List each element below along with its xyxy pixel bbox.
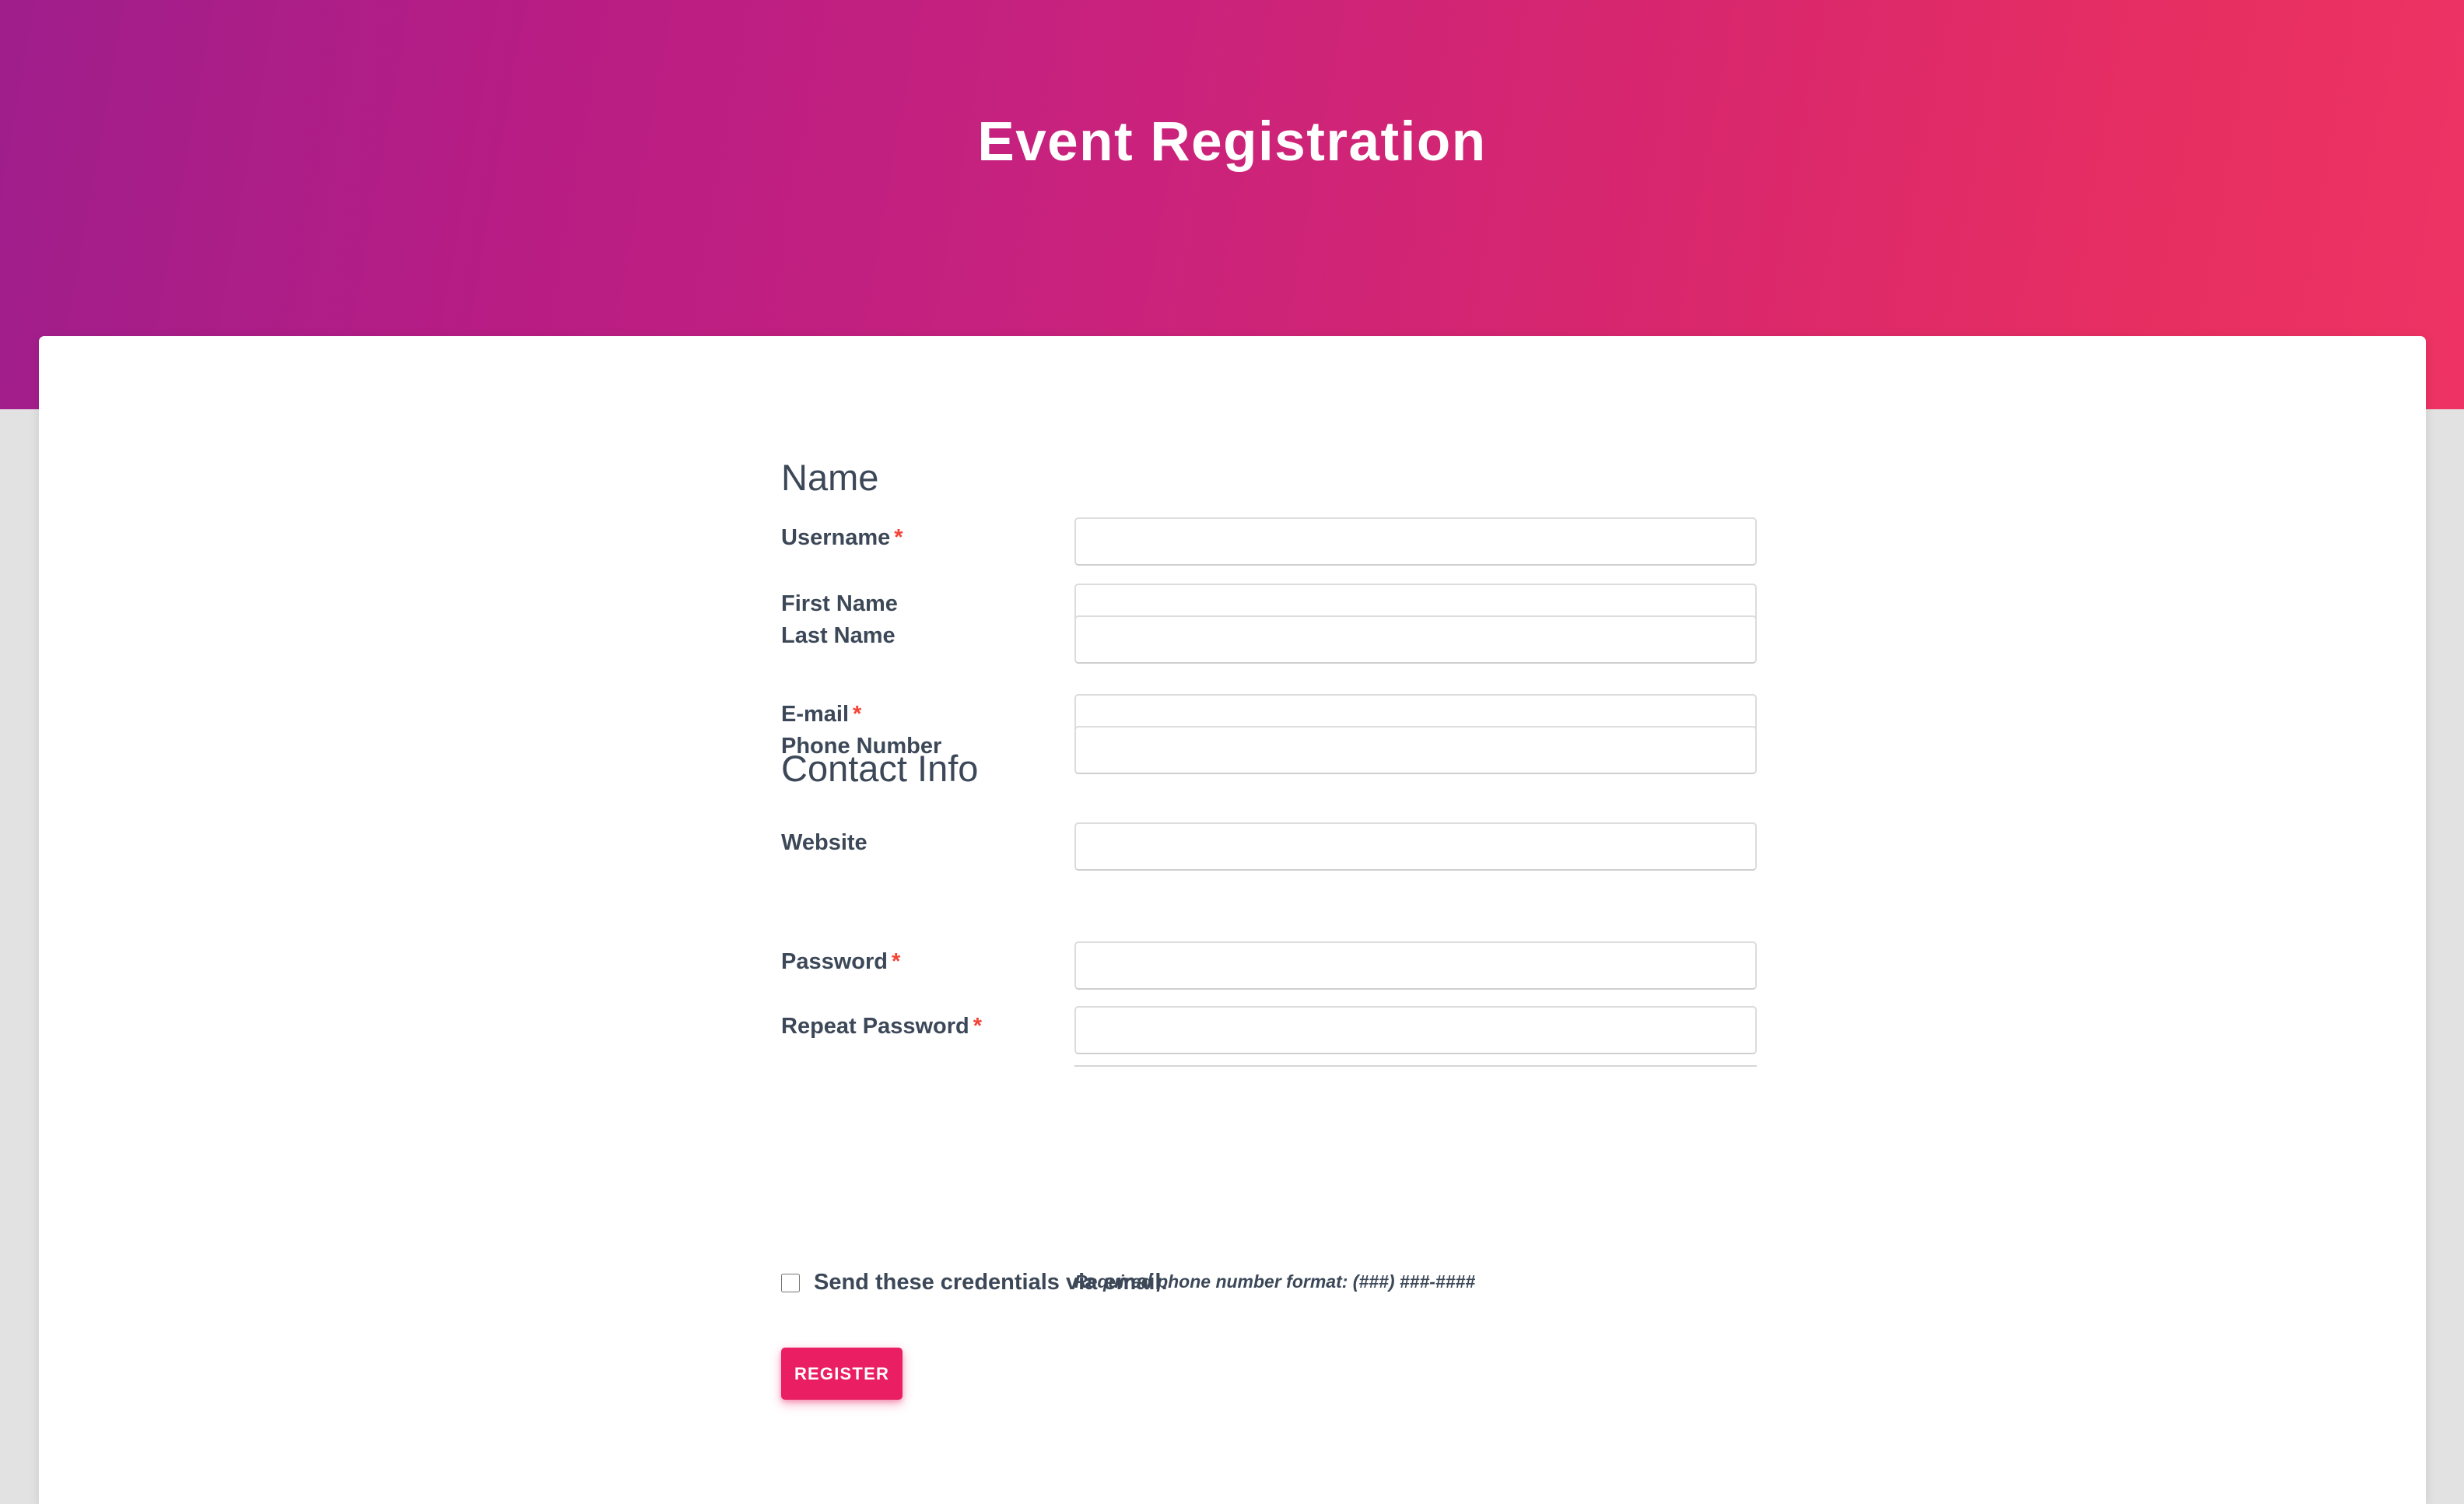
label-first-name-text: First Name — [781, 591, 898, 616]
label-username-text: Username — [781, 525, 891, 550]
form-row-website: Website — [745, 822, 1764, 871]
form-row-repeat-password: Repeat Password * — [745, 1006, 1764, 1054]
required-asterisk-password: * — [892, 949, 901, 974]
checkbox-send-credentials-label: Send these credentials via email. — [814, 1270, 1168, 1295]
label-last-name-text: Last Name — [781, 623, 896, 648]
input-website[interactable] — [1074, 822, 1757, 871]
page-title: Event Registration — [977, 111, 1487, 173]
label-password: Password * — [781, 948, 900, 977]
form-row-phone-number: Phone Number — [745, 726, 1764, 774]
label-password-text: Password — [781, 949, 888, 974]
input-phone-number[interactable] — [1074, 726, 1757, 774]
form-row-username: Username * — [745, 517, 1764, 566]
form-row-password: Password * — [745, 941, 1764, 990]
label-phone-number: Phone Number — [781, 732, 941, 762]
label-username: Username * — [781, 524, 903, 553]
send-credentials-row: Send these credentials via email. — [781, 1268, 1168, 1298]
label-website: Website — [781, 829, 867, 858]
input-last-name[interactable] — [1074, 615, 1757, 664]
input-username[interactable] — [1074, 517, 1757, 566]
register-button[interactable]: Register — [781, 1348, 903, 1400]
registration-form-card: Name Username * First Name Last Name Cont… — [39, 336, 2426, 1504]
label-last-name: Last Name — [781, 622, 896, 651]
form-section-divider — [1074, 1065, 1757, 1067]
required-asterisk-username: * — [894, 525, 903, 550]
checkbox-send-credentials[interactable] — [781, 1273, 800, 1292]
required-asterisk-email: * — [853, 702, 862, 727]
input-password[interactable] — [1074, 941, 1757, 990]
section-heading-name: Name — [781, 457, 879, 498]
form-row-last-name: Last Name — [745, 615, 1764, 664]
label-repeat-password: Repeat Password * — [781, 1012, 982, 1042]
label-phone-number-text: Phone Number — [781, 734, 942, 759]
label-repeat-password-text: Repeat Password — [781, 1014, 969, 1039]
label-email-text: E-mail — [781, 702, 850, 727]
label-website-text: Website — [781, 830, 867, 855]
required-asterisk-repeat-password: * — [973, 1014, 983, 1039]
input-repeat-password[interactable] — [1074, 1006, 1757, 1054]
